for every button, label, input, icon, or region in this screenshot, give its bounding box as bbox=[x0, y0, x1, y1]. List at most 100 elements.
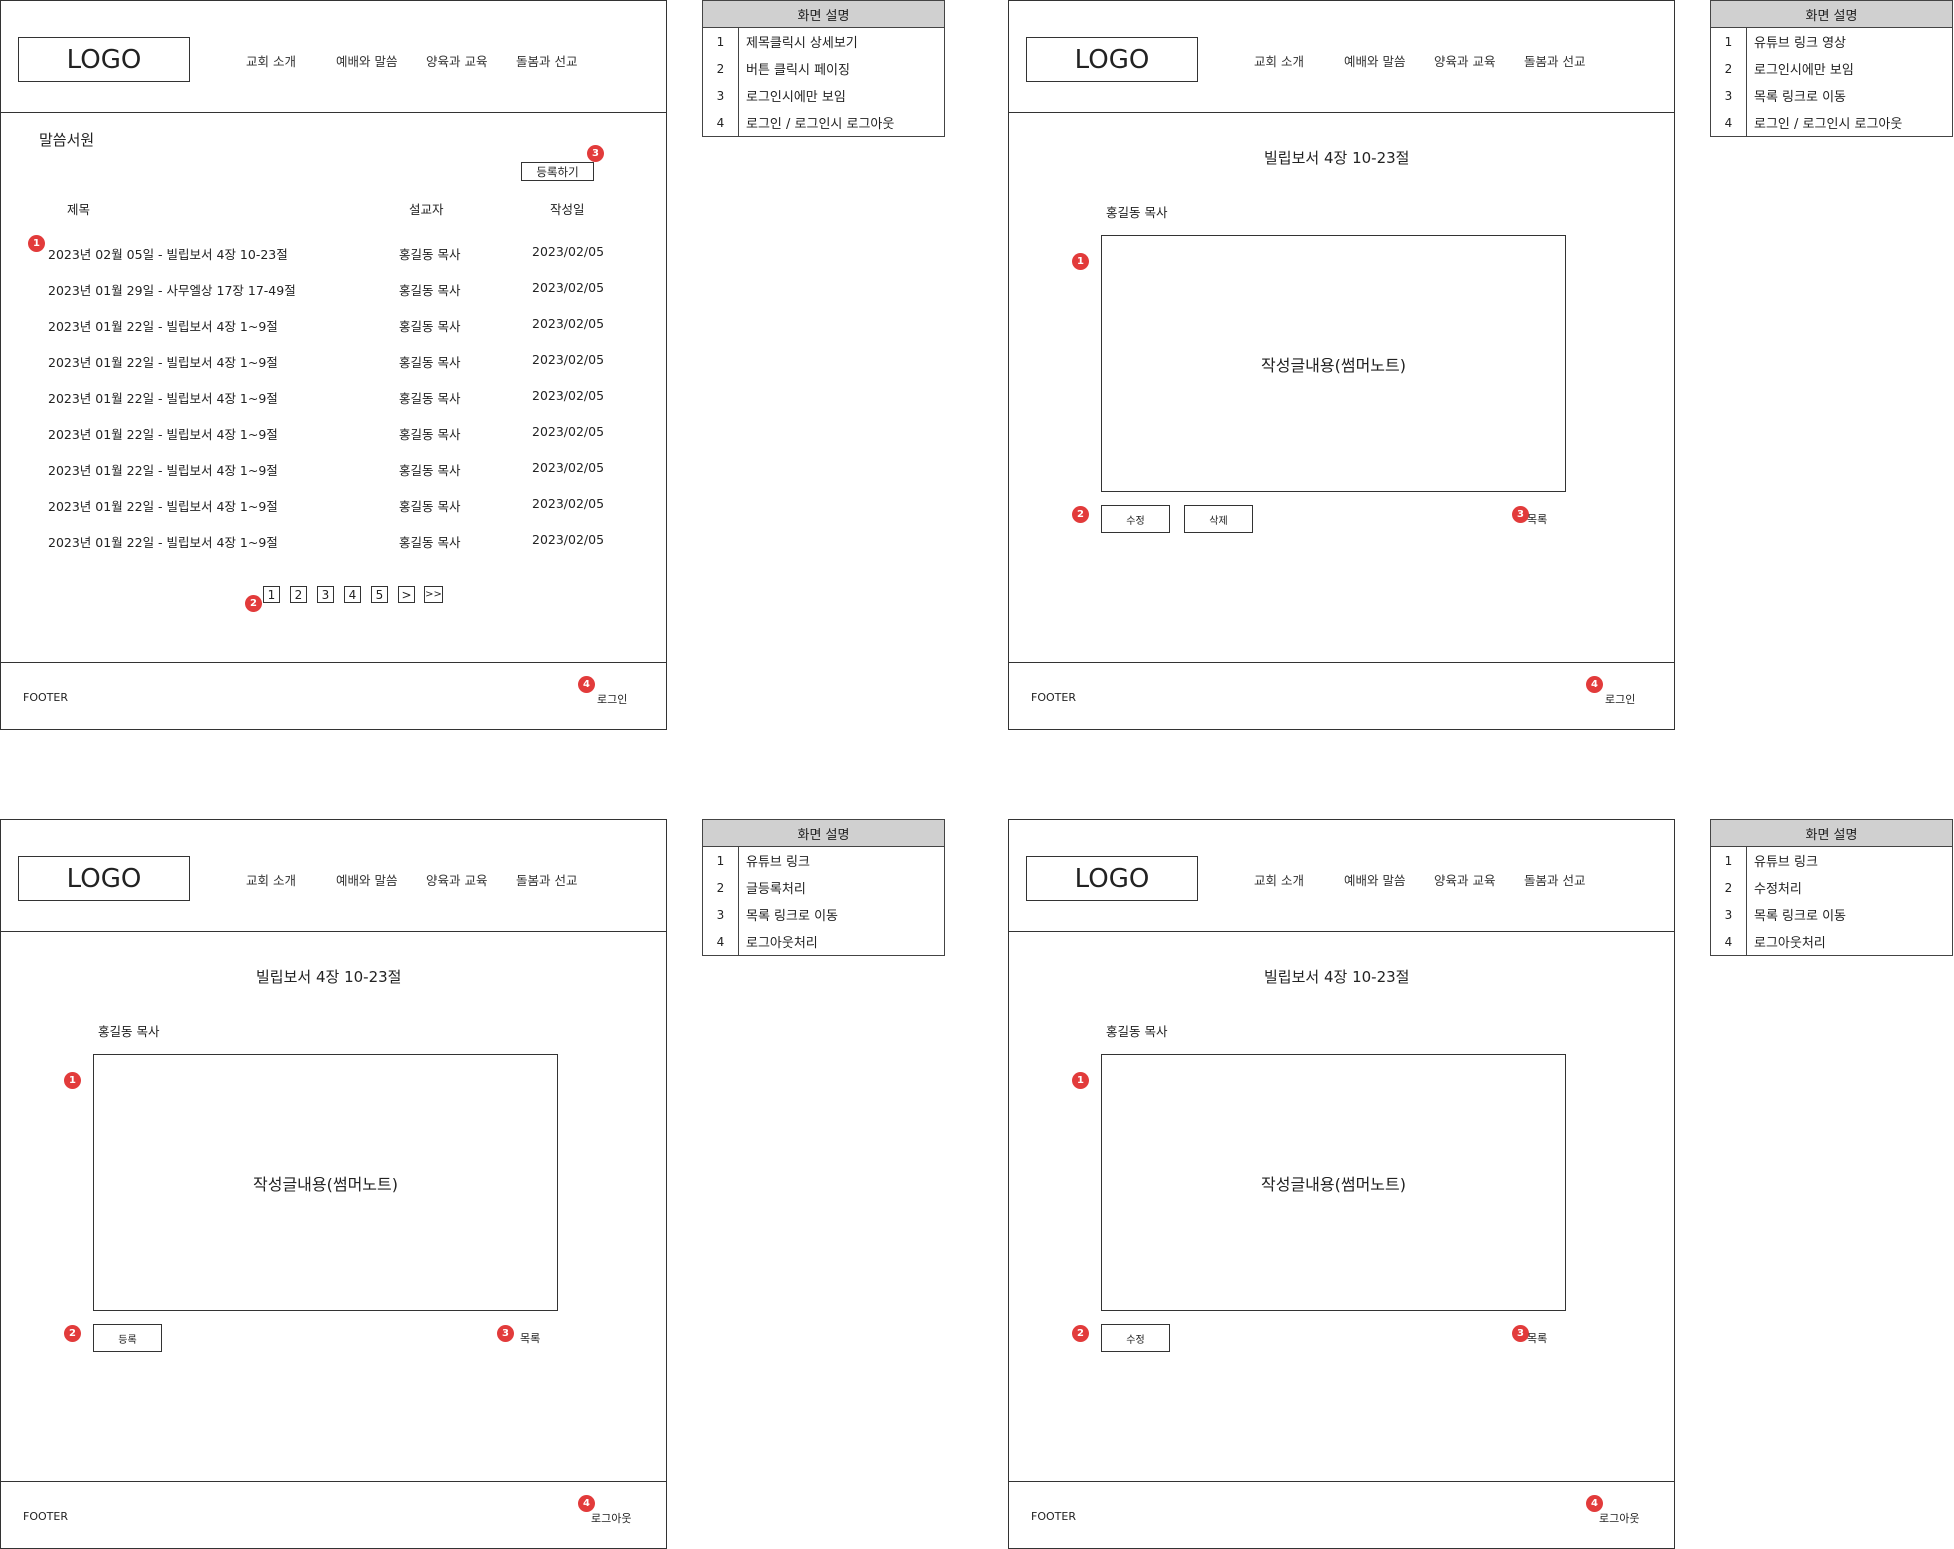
nav-worship-word[interactable]: 예배와 말씀 bbox=[336, 870, 397, 889]
edit-button[interactable]: 수정 bbox=[1101, 1324, 1170, 1352]
description-row: 4 로그인 / 로그인시 로그아웃 bbox=[703, 109, 944, 136]
page-next-button[interactable]: > bbox=[398, 586, 415, 603]
description-header: 화면 설명 bbox=[703, 1, 944, 28]
logo[interactable]: LOGO bbox=[18, 37, 190, 82]
description-row: 2 로그인시에만 보임 bbox=[1711, 55, 1952, 82]
row-title[interactable]: 2023년 02월 05일 - 빌립보서 4장 10-23절 bbox=[48, 244, 288, 263]
page-4-button[interactable]: 4 bbox=[344, 586, 361, 603]
nav-nurture-education[interactable]: 양육과 교육 bbox=[426, 870, 487, 889]
login-link[interactable]: 로그인 bbox=[1605, 691, 1635, 707]
post-content-editor[interactable]: 작성글내용(썸머노트) bbox=[1101, 1054, 1566, 1311]
page-1-button[interactable]: 1 bbox=[263, 586, 280, 603]
post-title: 빌립보서 4장 10-23절 bbox=[1264, 968, 1410, 986]
nav-nurture-education[interactable]: 양육과 교육 bbox=[1434, 51, 1495, 70]
table-row[interactable]: 2023년 01월 22일 - 빌립보서 4장 1~9절 홍길동 목사 2023/0… bbox=[1, 496, 668, 516]
page-2-button[interactable]: 2 bbox=[290, 586, 307, 603]
page-5-button[interactable]: 5 bbox=[371, 586, 388, 603]
row-title[interactable]: 2023년 01월 22일 - 빌립보서 4장 1~9절 bbox=[48, 388, 278, 407]
badge-2: 2 bbox=[64, 1325, 81, 1342]
table-row[interactable]: 2023년 01월 22일 - 빌립보서 4장 1~9절 홍길동 목사 2023/0… bbox=[1, 460, 668, 480]
row-title[interactable]: 2023년 01월 22일 - 빌립보서 4장 1~9절 bbox=[48, 316, 278, 335]
logo[interactable]: LOGO bbox=[18, 856, 190, 901]
description-header: 화면 설명 bbox=[1711, 820, 1952, 847]
nav-church-intro[interactable]: 교회 소개 bbox=[246, 51, 296, 70]
logo[interactable]: LOGO bbox=[1026, 856, 1198, 901]
badge-2: 2 bbox=[245, 595, 262, 612]
page-3-button[interactable]: 3 bbox=[317, 586, 334, 603]
header-divider bbox=[1, 931, 666, 932]
description-row: 3 목록 링크로 이동 bbox=[1711, 901, 1952, 928]
nav-care-mission[interactable]: 돌봄과 선교 bbox=[516, 51, 577, 70]
row-title[interactable]: 2023년 01월 29일 - 사무엘상 17장 17-49절 bbox=[48, 280, 296, 299]
page-last-button[interactable]: >> bbox=[424, 586, 443, 603]
post-content-editor[interactable]: 작성글내용(썸머노트) bbox=[93, 1054, 558, 1311]
row-date: 2023/02/05 bbox=[532, 496, 605, 511]
login-link[interactable]: 로그인 bbox=[597, 691, 627, 707]
description-row: 2 버튼 클릭시 페이징 bbox=[703, 55, 944, 82]
row-title[interactable]: 2023년 01월 22일 - 빌립보서 4장 1~9절 bbox=[48, 532, 278, 551]
nav-worship-word[interactable]: 예배와 말씀 bbox=[336, 51, 397, 70]
nav-nurture-education[interactable]: 양육과 교육 bbox=[426, 51, 487, 70]
delete-button[interactable]: 삭제 bbox=[1184, 505, 1253, 533]
nav-care-mission[interactable]: 돌봄과 선교 bbox=[1524, 870, 1585, 889]
post-title: 빌립보서 4장 10-23절 bbox=[256, 968, 402, 986]
edit-button[interactable]: 수정 bbox=[1101, 505, 1170, 533]
nav-worship-word[interactable]: 예배와 말씀 bbox=[1344, 51, 1405, 70]
row-title[interactable]: 2023년 01월 22일 - 빌립보서 4장 1~9절 bbox=[48, 460, 278, 479]
table-row[interactable]: 2023년 02월 05일 - 빌립보서 4장 10-23절 홍길동 목사 2023… bbox=[1, 244, 668, 264]
description-header: 화면 설명 bbox=[1711, 1, 1952, 28]
screen-description-table-1: 화면 설명 1 제목클릭시 상세보기 2 버튼 클릭시 페이징 3 로그인시에만 보임… bbox=[702, 0, 945, 137]
section-title: 말씀서원 bbox=[39, 131, 95, 149]
footer-label: FOOTER bbox=[1031, 691, 1076, 704]
table-row[interactable]: 2023년 01월 22일 - 빌립보서 4장 1~9절 홍길동 목사 2023/0… bbox=[1, 424, 668, 444]
row-title[interactable]: 2023년 01월 22일 - 빌립보서 4장 1~9절 bbox=[48, 424, 278, 443]
register-button[interactable]: 등록 bbox=[93, 1324, 162, 1352]
row-date: 2023/02/05 bbox=[532, 316, 605, 331]
column-title: 제목 bbox=[67, 202, 91, 217]
header-divider bbox=[1, 112, 666, 113]
table-row[interactable]: 2023년 01월 22일 - 빌립보서 4장 1~9절 홍길동 목사 2023/0… bbox=[1, 316, 668, 336]
row-preacher: 홍길동 목사 bbox=[399, 427, 461, 442]
logout-link[interactable]: 로그아웃 bbox=[1599, 1510, 1639, 1526]
description-row: 2 글등록처리 bbox=[703, 874, 944, 901]
footer-divider bbox=[1, 1481, 666, 1482]
table-row[interactable]: 2023년 01월 22일 - 빌립보서 4장 1~9절 홍길동 목사 2023/0… bbox=[1, 532, 668, 552]
nav-church-intro[interactable]: 교회 소개 bbox=[1254, 870, 1304, 889]
description-row: 4 로그인 / 로그인시 로그아웃 bbox=[1711, 109, 1952, 136]
row-title[interactable]: 2023년 01월 22일 - 빌립보서 4장 1~9절 bbox=[48, 496, 278, 515]
table-row[interactable]: 2023년 01월 22일 - 빌립보서 4장 1~9절 홍길동 목사 2023/0… bbox=[1, 388, 668, 408]
badge-4: 4 bbox=[1586, 676, 1603, 693]
nav-church-intro[interactable]: 교회 소개 bbox=[246, 870, 296, 889]
nav-church-intro[interactable]: 교회 소개 bbox=[1254, 51, 1304, 70]
nav-care-mission[interactable]: 돌봄과 선교 bbox=[1524, 51, 1585, 70]
header-divider bbox=[1009, 931, 1674, 932]
row-title[interactable]: 2023년 01월 22일 - 빌립보서 4장 1~9절 bbox=[48, 352, 278, 371]
list-link[interactable]: 목록 bbox=[520, 1330, 540, 1346]
row-preacher: 홍길동 목사 bbox=[399, 463, 461, 478]
table-row[interactable]: 2023년 01월 22일 - 빌립보서 4장 1~9절 홍길동 목사 2023/0… bbox=[1, 352, 668, 372]
row-preacher: 홍길동 목사 bbox=[399, 319, 461, 334]
logo[interactable]: LOGO bbox=[1026, 37, 1198, 82]
row-preacher: 홍길동 목사 bbox=[399, 355, 461, 370]
row-date: 2023/02/05 bbox=[532, 280, 605, 295]
screen-post-edit: LOGO 교회 소개 예배와 말씀 양육과 교육 돌봄과 선교 빌립보서 4장 … bbox=[1008, 819, 1675, 1549]
register-button[interactable]: 등록하기 bbox=[521, 162, 594, 181]
column-date: 작성일 bbox=[550, 202, 585, 217]
nav-worship-word[interactable]: 예배와 말씀 bbox=[1344, 870, 1405, 889]
description-row: 1 유튜브 링크 bbox=[1711, 847, 1952, 874]
screen-description-table-4: 화면 설명 1 유튜브 링크 2 수정처리 3 목록 링크로 이동 4 로그아웃처리 bbox=[1710, 819, 1953, 956]
nav-care-mission[interactable]: 돌봄과 선교 bbox=[516, 870, 577, 889]
nav-nurture-education[interactable]: 양육과 교육 bbox=[1434, 870, 1495, 889]
description-row: 1 유튜브 링크 영상 bbox=[1711, 28, 1952, 55]
row-date: 2023/02/05 bbox=[532, 424, 605, 439]
row-preacher: 홍길동 목사 bbox=[399, 499, 461, 514]
list-link[interactable]: 목록 bbox=[1527, 1330, 1547, 1346]
list-link[interactable]: 목록 bbox=[1527, 511, 1547, 527]
post-title: 빌립보서 4장 10-23절 bbox=[1264, 149, 1410, 167]
post-author: 홍길동 목사 bbox=[1106, 205, 1168, 220]
screen-description-table-3: 화면 설명 1 유튜브 링크 2 글등록처리 3 목록 링크로 이동 4 로그아웃처리 bbox=[702, 819, 945, 956]
table-row[interactable]: 2023년 01월 29일 - 사무엘상 17장 17-49절 홍길동 목사 202… bbox=[1, 280, 668, 300]
row-preacher: 홍길동 목사 bbox=[399, 391, 461, 406]
description-row: 4 로그아웃처리 bbox=[1711, 928, 1952, 955]
logout-link[interactable]: 로그아웃 bbox=[591, 1510, 631, 1526]
